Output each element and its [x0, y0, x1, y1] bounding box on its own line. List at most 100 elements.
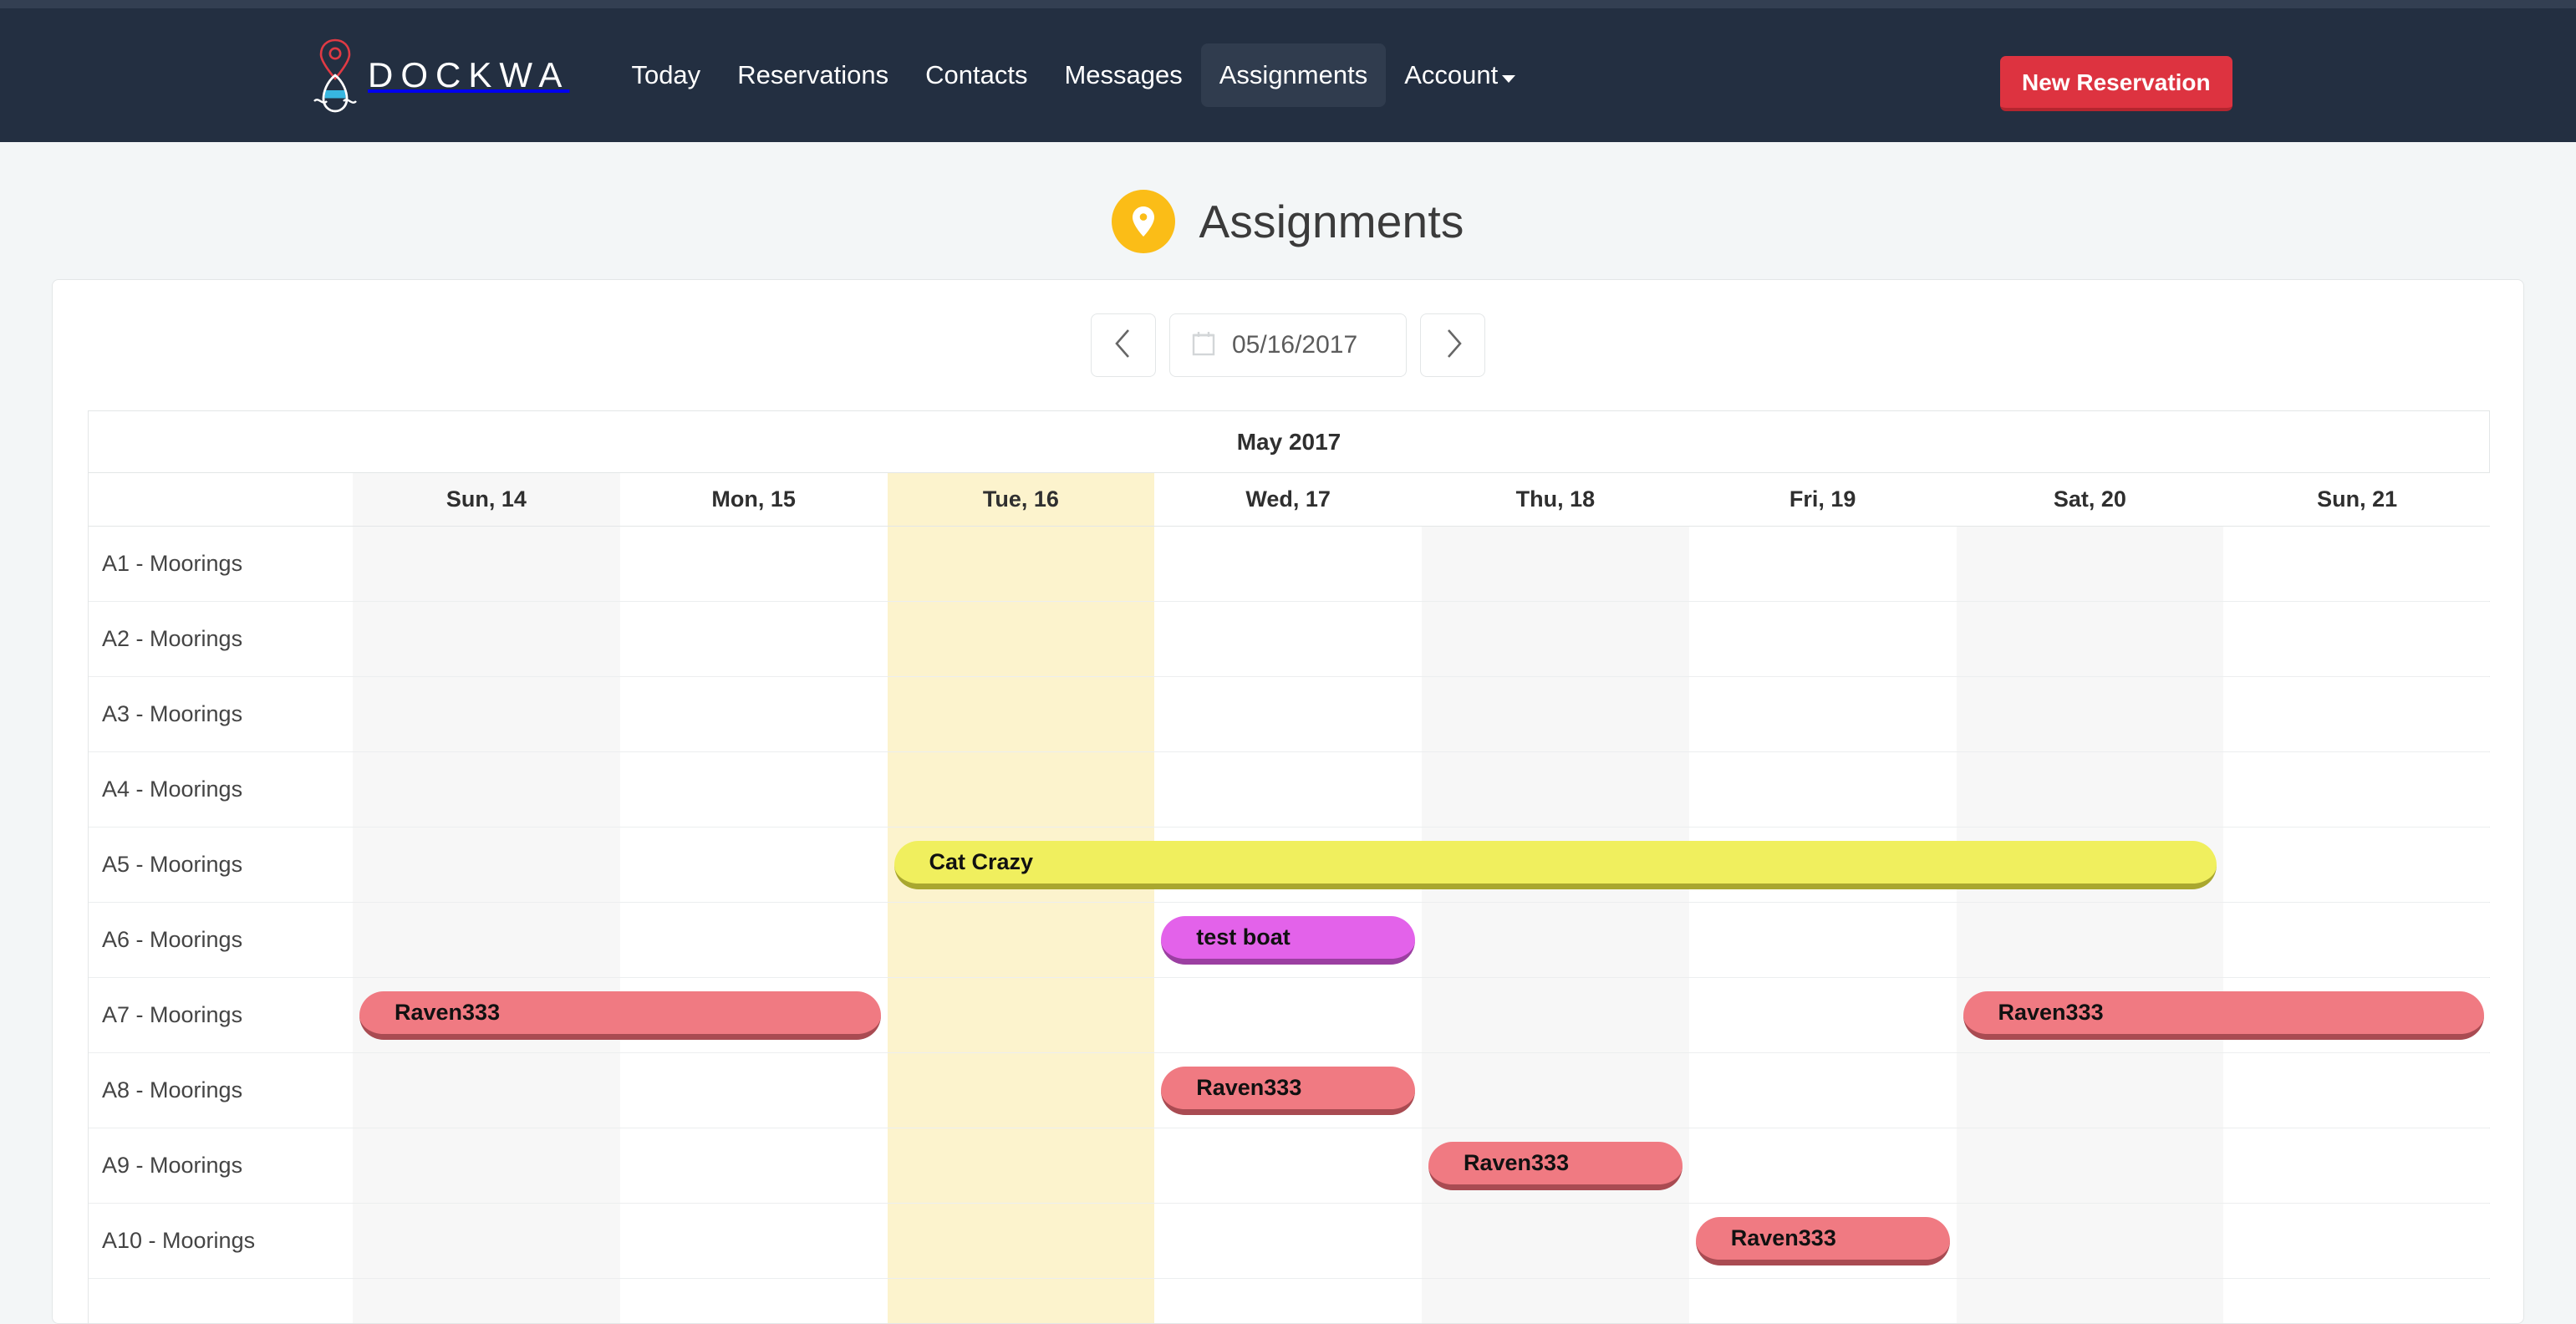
calendar-cell[interactable]: [2223, 828, 2491, 902]
reservation-pill[interactable]: Raven333: [1428, 1142, 1683, 1190]
calendar-cell[interactable]: [1688, 752, 1957, 827]
calendar-cell[interactable]: [2223, 1128, 2491, 1203]
calendar-cell[interactable]: [1688, 1128, 1957, 1203]
calendar-cell[interactable]: [2223, 1279, 2491, 1323]
calendar-cell[interactable]: [887, 602, 1155, 676]
calendar-cell[interactable]: [619, 1279, 888, 1323]
calendar-cell[interactable]: [1422, 602, 1689, 676]
calendar-cell[interactable]: [619, 752, 888, 827]
calendar-cell[interactable]: [1688, 1053, 1957, 1128]
calendar-cell[interactable]: [1688, 677, 1957, 751]
calendar-cell[interactable]: [887, 903, 1155, 977]
calendar-cell[interactable]: [1154, 1204, 1422, 1278]
calendar-cell[interactable]: [1422, 903, 1689, 977]
nav-item-messages[interactable]: Messages: [1046, 43, 1200, 107]
calendar-cell[interactable]: [353, 527, 620, 601]
day-header-fri-19[interactable]: Fri, 19: [1688, 473, 1957, 526]
calendar-cell[interactable]: [1422, 1053, 1689, 1128]
calendar-cell[interactable]: [619, 677, 888, 751]
calendar-cell[interactable]: [353, 828, 620, 902]
calendar-cell[interactable]: [353, 752, 620, 827]
reservation-pill[interactable]: Cat Crazy: [893, 841, 2217, 889]
reservation-pill[interactable]: Raven333: [359, 991, 881, 1040]
calendar-cell[interactable]: [1956, 527, 2224, 601]
calendar-cell[interactable]: [1688, 1279, 1957, 1323]
calendar-cell[interactable]: [2223, 752, 2491, 827]
calendar-cell[interactable]: [887, 752, 1155, 827]
calendar-cell[interactable]: [1956, 602, 2224, 676]
nav-item-today[interactable]: Today: [613, 43, 719, 107]
calendar-cell[interactable]: [353, 1053, 620, 1128]
calendar-cell[interactable]: [1154, 677, 1422, 751]
reservation-pill[interactable]: Raven333: [1161, 1067, 1415, 1115]
calendar-cell[interactable]: [353, 1204, 620, 1278]
calendar-cell[interactable]: [887, 527, 1155, 601]
calendar-cell[interactable]: [2223, 1204, 2491, 1278]
calendar-cell[interactable]: [1422, 677, 1689, 751]
nav-item-account[interactable]: Account: [1386, 43, 1534, 107]
calendar-cell[interactable]: [619, 1128, 888, 1203]
calendar-cell[interactable]: [353, 1128, 620, 1203]
day-header-mon-15[interactable]: Mon, 15: [619, 473, 888, 526]
calendar-cell[interactable]: [887, 978, 1155, 1052]
calendar-cell[interactable]: [1154, 527, 1422, 601]
calendar-cell[interactable]: [619, 1053, 888, 1128]
calendar-cell[interactable]: [619, 527, 888, 601]
calendar-cell[interactable]: [2223, 1053, 2491, 1128]
day-header-sat-20[interactable]: Sat, 20: [1956, 473, 2224, 526]
calendar-cell[interactable]: [1422, 978, 1689, 1052]
calendar-cell[interactable]: [1688, 602, 1957, 676]
calendar-cell[interactable]: [1956, 903, 2224, 977]
calendar-cell[interactable]: [1422, 1204, 1689, 1278]
calendar-cell[interactable]: [1688, 527, 1957, 601]
calendar-cell[interactable]: [1422, 752, 1689, 827]
day-header-sun-14[interactable]: Sun, 14: [353, 473, 620, 526]
reservation-pill[interactable]: Raven333: [1963, 991, 2484, 1040]
calendar-cell[interactable]: [1422, 527, 1689, 601]
calendar-cell[interactable]: [2223, 677, 2491, 751]
calendar-cell[interactable]: [353, 1279, 620, 1323]
calendar-cell[interactable]: [353, 677, 620, 751]
calendar-cell[interactable]: [353, 903, 620, 977]
calendar-cell[interactable]: [1956, 1204, 2224, 1278]
calendar-cell[interactable]: [619, 903, 888, 977]
calendar-cell[interactable]: [887, 1128, 1155, 1203]
calendar-cell[interactable]: [1688, 903, 1957, 977]
calendar-cell[interactable]: [1956, 1128, 2224, 1203]
new-reservation-button[interactable]: New Reservation: [2000, 56, 2232, 111]
calendar-cell[interactable]: [887, 1204, 1155, 1278]
calendar-cell[interactable]: [887, 1053, 1155, 1128]
date-input[interactable]: 05/16/2017: [1169, 313, 1407, 377]
calendar-cell[interactable]: [353, 602, 620, 676]
nav-item-assignments[interactable]: Assignments: [1200, 43, 1387, 107]
calendar-cell[interactable]: [1422, 1279, 1689, 1323]
calendar-cell[interactable]: [619, 1204, 888, 1278]
reservation-pill[interactable]: test boat: [1161, 916, 1415, 965]
calendar-cell[interactable]: [1956, 752, 2224, 827]
calendar-cell[interactable]: [619, 602, 888, 676]
calendar-cell[interactable]: [619, 828, 888, 902]
calendar-cell[interactable]: [1956, 1279, 2224, 1323]
day-header-sun-21[interactable]: Sun, 21: [2223, 473, 2491, 526]
brand-logo-link[interactable]: DOCKWA: [309, 37, 569, 114]
calendar-cell[interactable]: [1154, 978, 1422, 1052]
nav-item-contacts[interactable]: Contacts: [907, 43, 1046, 107]
calendar-cell[interactable]: [2223, 903, 2491, 977]
nav-item-reservations[interactable]: Reservations: [719, 43, 907, 107]
day-header-tue-16[interactable]: Tue, 16: [887, 473, 1155, 526]
calendar-cell[interactable]: [2223, 527, 2491, 601]
calendar-cell[interactable]: [1154, 1128, 1422, 1203]
reservation-pill[interactable]: Raven333: [1695, 1217, 1950, 1265]
calendar-cell[interactable]: [887, 1279, 1155, 1323]
calendar-cell[interactable]: [1154, 602, 1422, 676]
calendar-cell[interactable]: [2223, 602, 2491, 676]
calendar-cell[interactable]: [1956, 677, 2224, 751]
calendar-cell[interactable]: [1154, 1279, 1422, 1323]
day-header-wed-17[interactable]: Wed, 17: [1154, 473, 1422, 526]
day-header-thu-18[interactable]: Thu, 18: [1422, 473, 1689, 526]
calendar-cell[interactable]: [1688, 978, 1957, 1052]
calendar-cell[interactable]: [1154, 752, 1422, 827]
next-week-button[interactable]: [1420, 313, 1485, 377]
calendar-cell[interactable]: [1956, 1053, 2224, 1128]
calendar-cell[interactable]: [887, 677, 1155, 751]
